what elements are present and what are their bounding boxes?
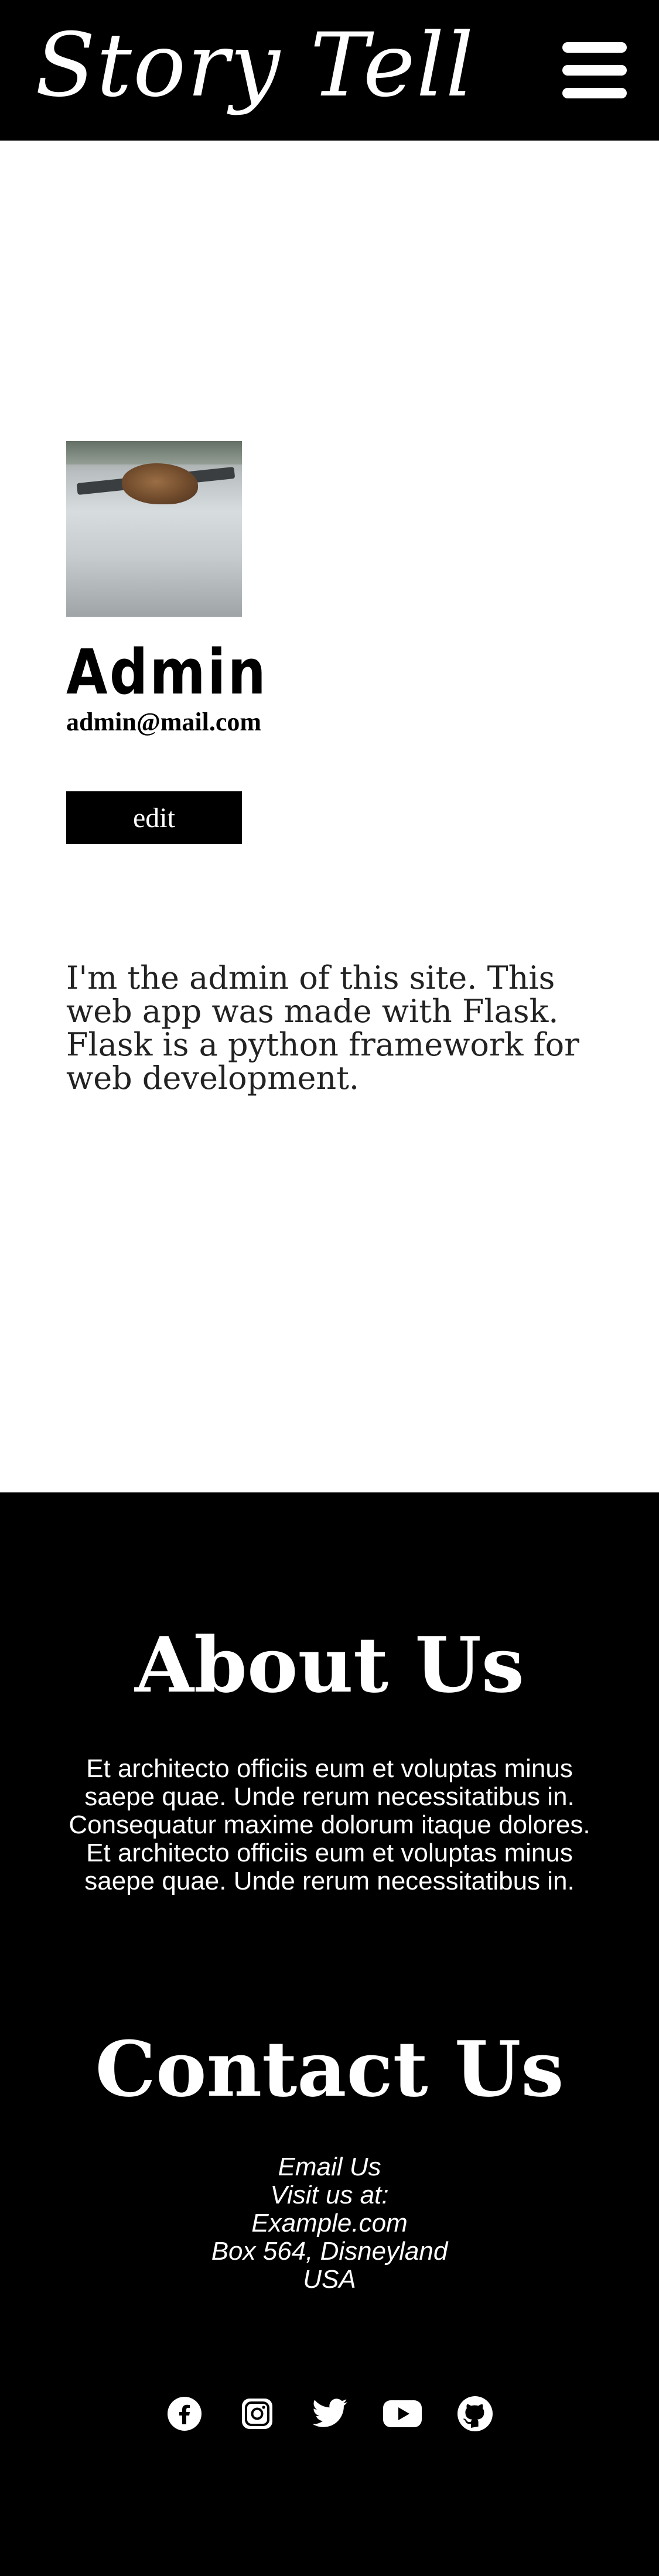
twitter-icon[interactable] bbox=[293, 2393, 366, 2434]
youtube-icon[interactable] bbox=[366, 2393, 439, 2434]
facebook-icon[interactable] bbox=[148, 2393, 221, 2434]
social-links bbox=[0, 2393, 659, 2434]
site-footer: About Us Et architecto officiis eum et v… bbox=[0, 1492, 659, 2576]
contact-email-line[interactable]: Email Us bbox=[0, 2153, 659, 2181]
github-icon[interactable] bbox=[439, 2393, 511, 2434]
hamburger-menu-icon[interactable] bbox=[562, 42, 627, 98]
menu-bar bbox=[562, 88, 627, 98]
menu-bar bbox=[562, 65, 627, 76]
avatar-background-foliage bbox=[66, 441, 242, 464]
profile-avatar bbox=[66, 441, 242, 617]
profile-email: admin@mail.com bbox=[66, 708, 262, 736]
contact-country-line: USA bbox=[303, 2265, 356, 2294]
menu-bar bbox=[562, 42, 627, 53]
contact-visit-line: Visit us at: bbox=[270, 2181, 389, 2209]
about-title: About Us bbox=[135, 1620, 524, 1710]
contact-website-line[interactable]: Example.com bbox=[0, 2209, 659, 2237]
site-logo[interactable]: Story Tell bbox=[35, 22, 475, 110]
site-header: Story Tell bbox=[0, 0, 659, 141]
profile-name: Admin bbox=[66, 636, 268, 708]
profile-section: Admin admin@mail.com edit I'm the admin … bbox=[66, 441, 593, 1095]
contact-info: Email Us Visit us at: Example.com Box 56… bbox=[0, 2153, 659, 2294]
contact-title: Contact Us bbox=[95, 2024, 564, 2114]
edit-profile-button[interactable]: edit bbox=[66, 791, 242, 845]
avatar-subject bbox=[122, 463, 198, 504]
instagram-icon[interactable] bbox=[221, 2393, 293, 2434]
about-text: Et architecto officiis eum et voluptas m… bbox=[69, 1754, 590, 1895]
profile-bio: I'm the admin of this site. This web app… bbox=[66, 959, 579, 1097]
contact-address-line: Box 564, Disneyland bbox=[211, 2237, 448, 2266]
